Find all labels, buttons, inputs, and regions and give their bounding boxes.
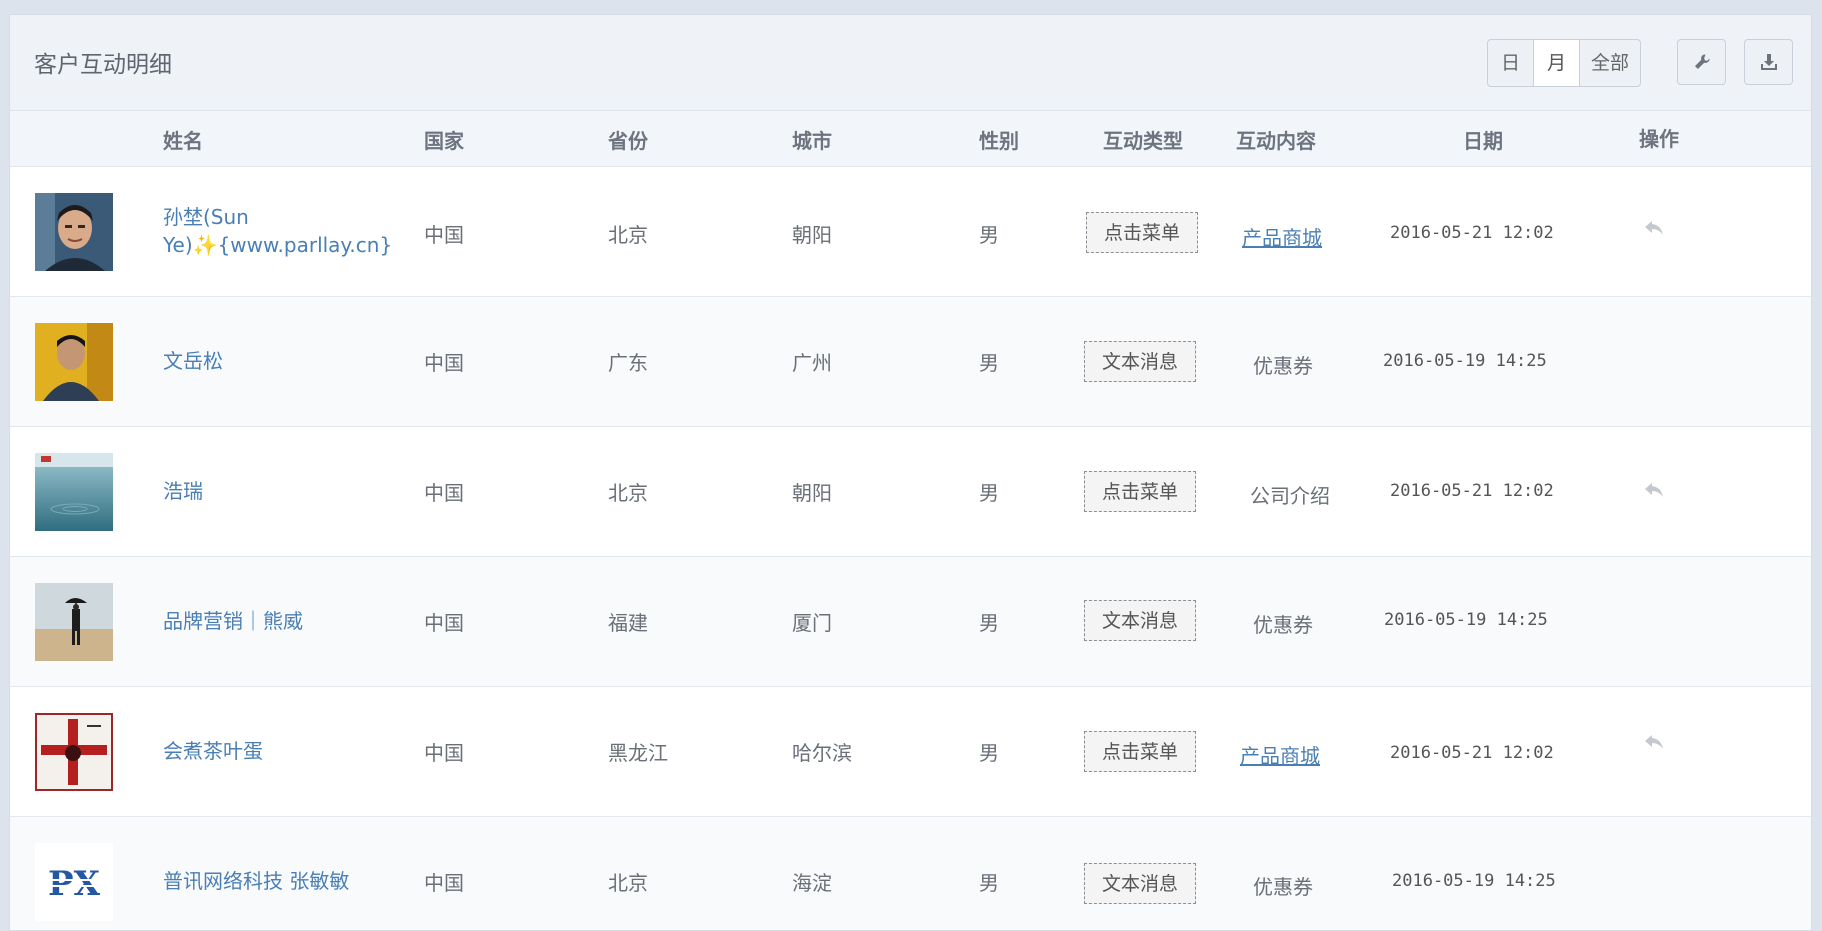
customer-name-link[interactable]: 浩瑞 [163, 477, 203, 505]
header-date: 日期 [1463, 129, 1503, 153]
period-all-button[interactable]: 全部 [1580, 40, 1640, 86]
customer-name-link[interactable]: 孙埜(Sun Ye)✨{www.parllay.cn} [163, 203, 393, 259]
avatar [35, 323, 113, 401]
header-country: 国家 [424, 129, 464, 153]
city-cell: 朝阳 [792, 481, 832, 505]
country-cell: 中国 [424, 223, 464, 247]
interaction-content-cell: 公司介绍 [1250, 484, 1330, 508]
province-cell: 福建 [608, 611, 648, 635]
gender-cell: 男 [979, 481, 999, 505]
interaction-type-tag: 点击菜单 [1084, 731, 1197, 772]
gender-cell: 男 [979, 223, 999, 247]
panel-title: 客户互动明细 [34, 52, 172, 78]
header-action: 操作 [1639, 127, 1679, 151]
table-row: 孙埜(Sun Ye)✨{www.parllay.cn} 中国 北京 朝阳 男 点… [10, 167, 1811, 297]
province-cell: 黑龙江 [608, 741, 668, 765]
customer-name-link[interactable]: 文岳松 [163, 347, 223, 375]
customer-name-link[interactable]: 会煮茶叶蛋 [163, 737, 263, 765]
date-cell: 2016-05-19 14:25 [1392, 871, 1556, 891]
country-cell: 中国 [424, 351, 464, 375]
interaction-content-link[interactable]: 产品商城 [1242, 222, 1322, 251]
city-cell: 海淀 [792, 871, 832, 895]
gender-cell: 男 [979, 351, 999, 375]
interaction-panel: 客户互动明细 日 月 全部 姓名 国家 省份 城市 性别 互动类型 互动内容 日… [9, 14, 1812, 931]
interaction-content-cell: 优惠券 [1253, 354, 1313, 378]
table-row: 浩瑞 中国 北京 朝阳 男 点击菜单 公司介绍 2016-05-21 12:02 [10, 427, 1811, 557]
table-row: 品牌营销｜熊威 中国 福建 厦门 男 文本消息 优惠券 2016-05-19 1… [10, 557, 1811, 687]
download-icon [1760, 54, 1777, 70]
interaction-content-cell: 优惠券 [1253, 613, 1313, 637]
period-month-button[interactable]: 月 [1534, 40, 1580, 86]
city-cell: 哈尔滨 [792, 741, 852, 765]
reply-icon [1645, 221, 1663, 235]
reply-button[interactable] [1643, 733, 1665, 755]
date-cell: 2016-05-21 12:02 [1390, 223, 1554, 243]
header-city: 城市 [792, 129, 832, 153]
settings-button[interactable] [1677, 39, 1726, 85]
avatar [35, 453, 113, 531]
interaction-type-tag: 点击菜单 [1084, 471, 1197, 512]
province-cell: 北京 [608, 871, 648, 895]
header-type: 互动类型 [1103, 129, 1183, 153]
reply-button[interactable] [1643, 481, 1665, 503]
country-cell: 中国 [424, 871, 464, 895]
gender-cell: 男 [979, 611, 999, 635]
country-cell: 中国 [424, 481, 464, 505]
svg-text:PX: PX [48, 864, 101, 904]
interaction-type-tag: 文本消息 [1084, 341, 1197, 382]
reply-icon [1645, 735, 1663, 749]
interaction-content-cell: 优惠券 [1253, 875, 1313, 899]
period-day-button[interactable]: 日 [1488, 40, 1534, 86]
customer-name-link[interactable]: 品牌营销｜熊威 [163, 607, 303, 635]
header-province: 省份 [608, 129, 648, 153]
download-button[interactable] [1744, 39, 1793, 85]
table-row: PX 普讯网络科技 张敏敏 中国 北京 海淀 男 文本消息 优惠券 2016-0… [10, 817, 1811, 930]
table-row: 文岳松 中国 广东 广州 男 文本消息 优惠券 2016-05-19 14:25 [10, 297, 1811, 427]
country-cell: 中国 [424, 741, 464, 765]
header-name: 姓名 [163, 129, 203, 153]
table-header: 姓名 国家 省份 城市 性别 互动类型 互动内容 日期 操作 [10, 111, 1811, 167]
header-content: 互动内容 [1236, 129, 1316, 153]
gender-cell: 男 [979, 741, 999, 765]
avatar [35, 713, 113, 791]
avatar [35, 193, 113, 271]
date-cell: 2016-05-21 12:02 [1390, 481, 1554, 501]
reply-button[interactable] [1643, 219, 1665, 241]
city-cell: 广州 [792, 351, 832, 375]
city-cell: 朝阳 [792, 223, 832, 247]
date-cell: 2016-05-19 14:25 [1383, 351, 1547, 371]
date-cell: 2016-05-21 12:02 [1390, 743, 1554, 763]
customer-name-link[interactable]: 普讯网络科技 张敏敏 [163, 867, 349, 895]
header-gender: 性别 [979, 129, 1019, 153]
province-cell: 北京 [608, 223, 648, 247]
date-cell: 2016-05-19 14:25 [1384, 610, 1548, 630]
interaction-type-tag: 文本消息 [1084, 863, 1197, 904]
avatar: PX [35, 843, 113, 921]
table-row: 会煮茶叶蛋 中国 黑龙江 哈尔滨 男 点击菜单 产品商城 2016-05-21 … [10, 687, 1811, 817]
reply-icon [1645, 483, 1663, 497]
province-cell: 广东 [608, 351, 648, 375]
interaction-type-tag: 文本消息 [1084, 600, 1197, 641]
avatar [35, 583, 113, 661]
city-cell: 厦门 [792, 611, 832, 635]
gender-cell: 男 [979, 871, 999, 895]
period-selector: 日 月 全部 [1487, 39, 1641, 87]
country-cell: 中国 [424, 611, 464, 635]
interaction-content-link[interactable]: 产品商城 [1240, 740, 1320, 769]
province-cell: 北京 [608, 481, 648, 505]
wrench-icon [1694, 54, 1710, 69]
panel-header: 客户互动明细 日 月 全部 [10, 15, 1811, 111]
interaction-type-tag: 点击菜单 [1086, 212, 1199, 253]
